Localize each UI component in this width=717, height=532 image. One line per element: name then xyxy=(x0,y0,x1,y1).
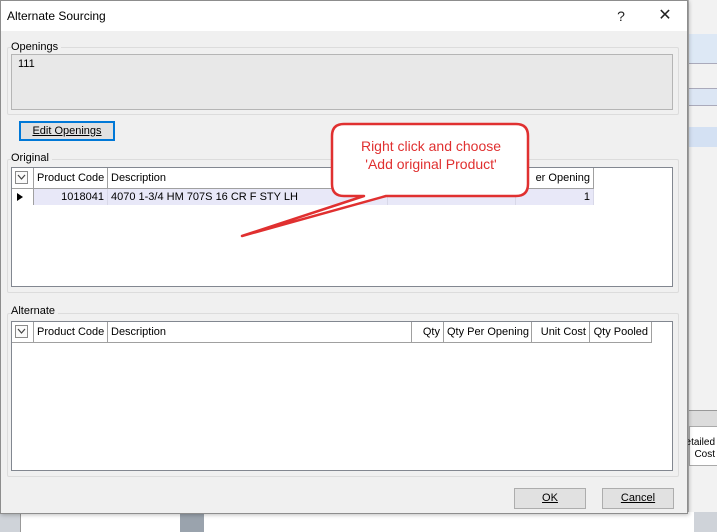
background-bottom-panel xyxy=(20,512,180,532)
alternate-header-product-code[interactable]: Product Code xyxy=(34,322,108,343)
alternate-header-qty-per-opening[interactable]: Qty Per Opening xyxy=(444,322,532,343)
background-bottom-area xyxy=(204,512,694,532)
chevron-down-icon xyxy=(15,325,28,338)
alternate-header-qty-pooled[interactable]: Qty Pooled xyxy=(590,322,652,343)
background-header-text-detailed: etailed xyxy=(685,437,715,448)
background-bottom-splitter xyxy=(180,512,204,532)
callout-text: Right click and choose 'Add original Pro… xyxy=(338,137,524,173)
original-column-chooser[interactable] xyxy=(12,168,34,189)
edit-openings-button[interactable]: Edit Openings xyxy=(19,121,115,141)
cancel-button[interactable]: Cancel xyxy=(602,488,674,509)
alternate-label: Alternate xyxy=(11,305,59,317)
alternate-header-description[interactable]: Description xyxy=(108,322,412,343)
background-header xyxy=(689,88,717,106)
background-toolbar xyxy=(689,34,717,64)
background-column-header: etailed Cost xyxy=(685,426,717,466)
background-selected-row xyxy=(689,127,717,147)
help-button[interactable]: ? xyxy=(601,4,641,28)
row-selector[interactable] xyxy=(12,189,34,205)
callout-line-2: 'Add original Product' xyxy=(365,156,497,172)
background-header-text-cost: Cost xyxy=(694,449,715,460)
close-button[interactable]: ✕ xyxy=(645,4,685,28)
alternate-sourcing-dialog: Alternate Sourcing ? ✕ Openings 111 Edit… xyxy=(0,0,688,514)
openings-value: 111 xyxy=(18,58,35,70)
alternate-header-unit-cost[interactable]: Unit Cost xyxy=(532,322,590,343)
dialog-title: Alternate Sourcing xyxy=(7,9,106,23)
edit-openings-label: Edit Openings xyxy=(32,125,102,137)
openings-label: Openings xyxy=(11,41,62,53)
alternate-header-qty[interactable]: Qty xyxy=(412,322,444,343)
background-divider xyxy=(689,410,717,426)
ok-button[interactable]: OK xyxy=(514,488,586,509)
original-label: Original xyxy=(11,152,52,164)
callout-line-1: Right click and choose xyxy=(360,138,502,154)
original-header-product-code[interactable]: Product Code xyxy=(34,168,108,189)
title-bar: Alternate Sourcing ? ✕ xyxy=(1,1,687,31)
alternate-grid[interactable]: Product Code Description Qty Qty Per Ope… xyxy=(11,321,673,471)
ok-label: OK xyxy=(542,492,558,504)
chevron-down-icon xyxy=(15,171,28,184)
original-cell-product-code[interactable]: 1018041 xyxy=(34,189,108,205)
alternate-column-chooser[interactable] xyxy=(12,322,34,343)
background-bottom-strip xyxy=(0,512,717,532)
openings-list[interactable]: 111 xyxy=(11,54,673,110)
background-app-panel: etailed Cost xyxy=(685,0,717,532)
cancel-label: Cancel xyxy=(620,492,656,504)
